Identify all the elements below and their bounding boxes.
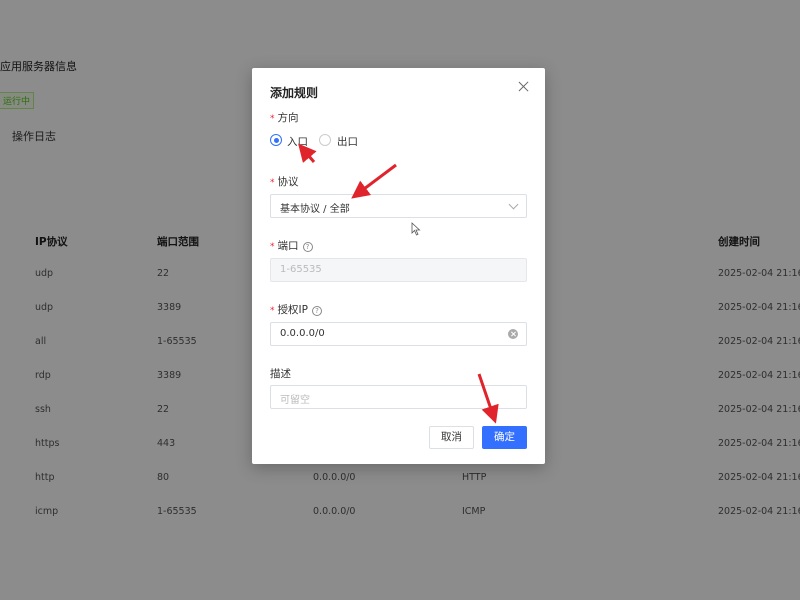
help-icon[interactable]: ? xyxy=(302,242,313,252)
port-input[interactable]: 1-65535 xyxy=(270,258,527,282)
radio-outbound-label[interactable]: 出口 xyxy=(337,134,358,149)
dialog-title: 添加规则 xyxy=(270,86,319,100)
port-label: * 端口? xyxy=(270,238,313,253)
close-icon[interactable] xyxy=(517,80,531,94)
port-placeholder: 1-65535 xyxy=(280,264,322,275)
cancel-button[interactable]: 取消 xyxy=(429,426,474,449)
mouse-cursor-icon xyxy=(411,222,421,236)
protocol-label: * 协议 xyxy=(270,174,299,189)
required-mark: * xyxy=(270,306,275,316)
protocol-select[interactable]: 基本协议 / 全部 xyxy=(270,194,527,218)
description-input[interactable]: 可留空 xyxy=(270,385,527,409)
direction-label-text: 方向 xyxy=(277,112,299,124)
authorized-ip-label: * 授权IP? xyxy=(270,302,322,317)
confirm-button[interactable]: 确定 xyxy=(482,426,527,449)
required-mark: * xyxy=(270,242,275,252)
description-placeholder: 可留空 xyxy=(280,395,310,406)
chevron-down-icon xyxy=(508,199,519,210)
authorized-ip-value: 0.0.0.0/0 xyxy=(280,328,325,339)
authorized-ip-input[interactable]: 0.0.0.0/0 xyxy=(270,322,527,346)
help-icon[interactable]: ? xyxy=(311,306,322,316)
radio-inbound-label[interactable]: 入口 xyxy=(287,134,308,149)
authorized-ip-label-text: 授权IP xyxy=(277,304,308,316)
add-rule-dialog: 添加规则 * 方向 入口 出口 * 协议 基本协议 / 全部 * 端口? 1-6553… xyxy=(252,68,545,464)
radio-inbound[interactable] xyxy=(270,134,282,146)
protocol-label-text: 协议 xyxy=(277,176,299,188)
protocol-select-value: 基本协议 / 全部 xyxy=(280,204,350,215)
radio-outbound[interactable] xyxy=(319,134,331,146)
direction-label: * 方向 xyxy=(270,110,299,125)
required-mark: * xyxy=(270,178,275,188)
description-label: 描述 xyxy=(270,368,291,380)
clear-icon[interactable] xyxy=(508,329,518,339)
port-label-text: 端口 xyxy=(277,240,299,252)
required-mark: * xyxy=(270,114,275,124)
